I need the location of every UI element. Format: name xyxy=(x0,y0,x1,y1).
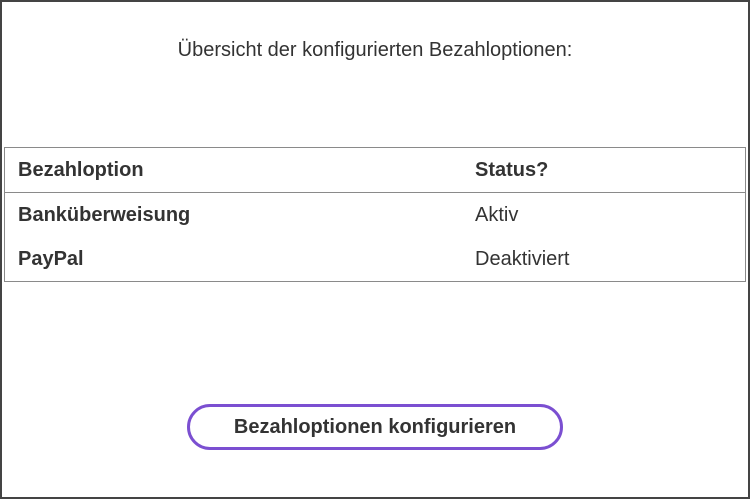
payment-option-status: Deaktiviert xyxy=(475,247,570,270)
intro-text: Übersicht der konfigurierten Bezahloptio… xyxy=(177,39,573,61)
dialog-frame: Übersicht der konfigurierten Bezahloptio… xyxy=(0,0,750,499)
configure-payment-options-button[interactable]: Bezahloptionen konfigurieren xyxy=(187,404,563,450)
payment-option-name: Banküberweisung xyxy=(18,203,191,226)
payment-options-table: Bezahloption Status? Banküberweisung Akt… xyxy=(4,147,746,282)
table-row: PayPal Deaktiviert xyxy=(5,237,745,281)
table-row: Banküberweisung Aktiv xyxy=(5,193,745,237)
payment-option-name: PayPal xyxy=(18,247,84,270)
column-header-option: Bezahloption xyxy=(18,158,144,181)
payment-option-status: Aktiv xyxy=(475,203,519,226)
table-header-row: Bezahloption Status? xyxy=(5,148,745,193)
column-header-status: Status? xyxy=(475,158,549,181)
actions-area: Bezahloptionen konfigurieren xyxy=(2,404,748,450)
